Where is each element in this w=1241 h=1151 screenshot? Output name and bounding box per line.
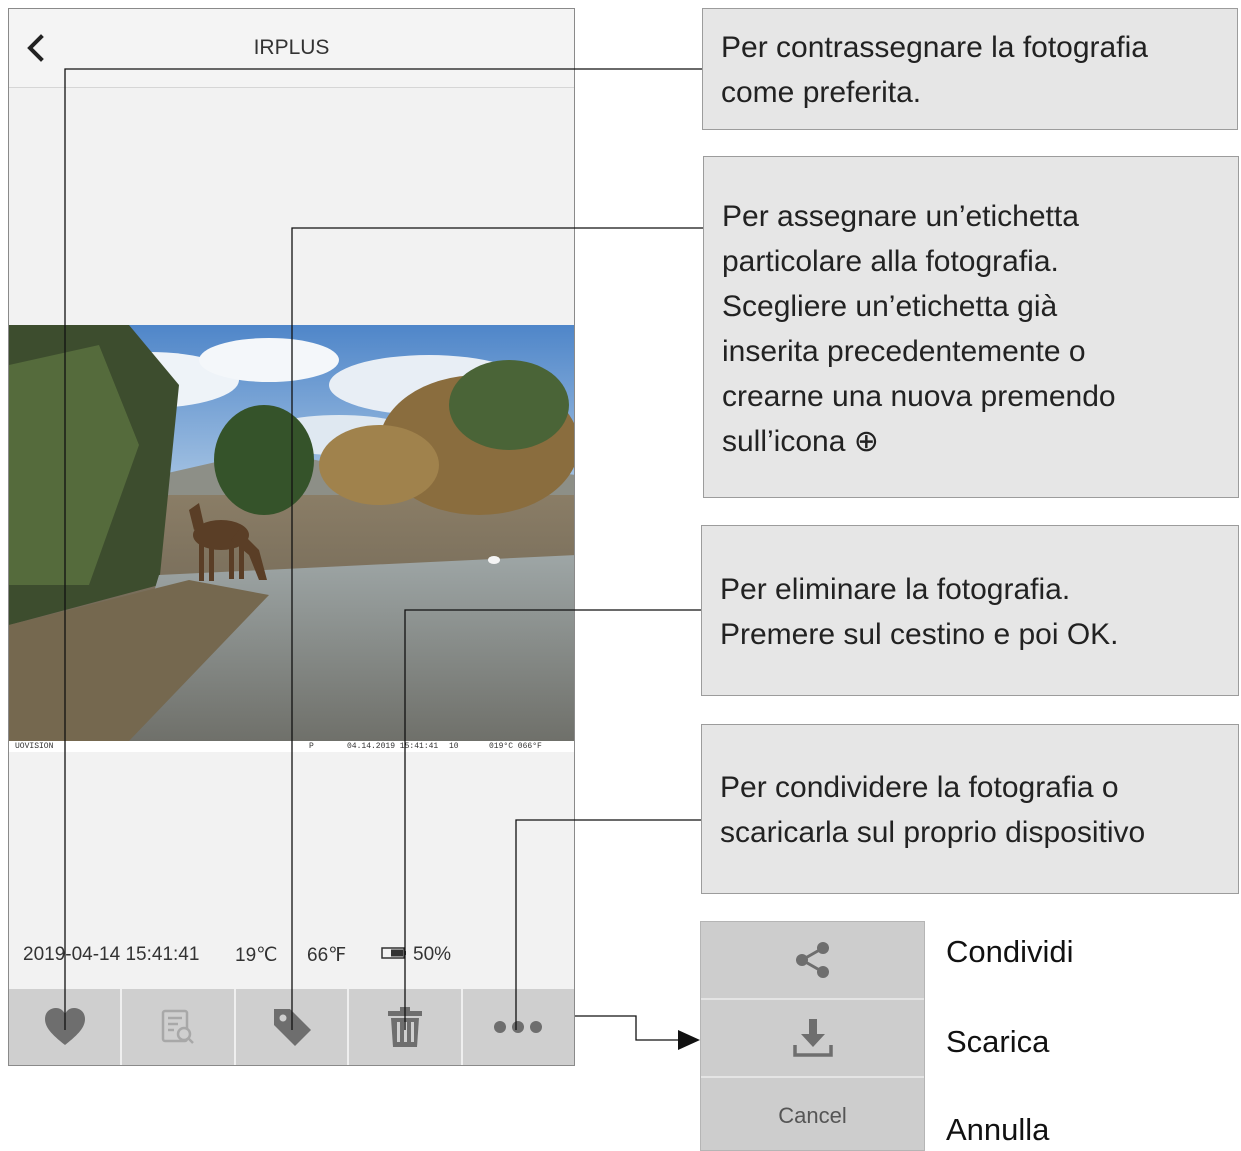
more-button[interactable] [463,989,574,1065]
document-search-icon [161,1009,194,1044]
stamp-brand: UOVISION [15,742,54,751]
app-title: IRPLUS [253,36,330,59]
temperature-celsius: 19℃ [235,945,278,966]
tag-icon [273,1009,311,1046]
callout-tag-line-3: Scegliere un’etichetta già [722,290,1058,323]
share-icon [795,942,829,978]
cancel-label: Annulla [946,1112,1050,1147]
callout-tag-line-1: Per assegnare un’etichetta [722,200,1079,233]
download-icon [792,1019,833,1057]
trail-camera-photo[interactable] [9,325,574,741]
cancel-option[interactable]: Cancel [701,1078,924,1150]
callout-share-line-2: scaricarla sul proprio dispositivo [720,816,1146,849]
delete-button[interactable] [349,989,463,1065]
photo-info-bar: 2019-04-14 15:41:41 19℃ 66℉ 50% [9,934,574,974]
callout-tag: Per assegnare un’etichetta particolare a… [703,156,1239,498]
callout-share: Per condividere la fotografia o scaricar… [701,724,1239,894]
share-label: Condividi [946,934,1074,969]
stamp-datetime: 04.14.2019 15:41:41 [347,742,439,751]
temperature-fahrenheit: 66℉ [307,945,347,966]
more-dots-icon [494,1021,543,1033]
bottom-toolbar [9,989,574,1065]
phone-screen: IRPLUS UOVISION P 04.14.2019 15:41:41 10… [8,8,575,1066]
download-label: Scarica [946,1024,1050,1059]
stamp-moon: 10 [449,742,459,751]
callout-favorite-line-1: Per contrassegnare la fotografia [721,31,1148,64]
stamp-mode: P [309,742,314,751]
photo-info-stamp: UOVISION P 04.14.2019 15:41:41 10 019°C … [9,741,574,752]
trash-icon [387,1007,422,1047]
download-option[interactable] [701,1000,924,1078]
callout-delete-line-2: Premere sul cestino e poi OK. [720,618,1119,651]
callout-favorite: Per contrassegnare la fotografia come pr… [702,8,1238,130]
app-header: IRPLUS [9,9,574,88]
photo-datetime: 2019-04-14 15:41:41 [23,944,200,965]
callout-share-line-1: Per condividere la fotografia o [720,771,1119,804]
favorite-button[interactable] [9,989,123,1065]
callout-favorite-line-2: come preferita. [721,76,922,109]
battery-icon [381,947,406,959]
stamp-temperature: 019°C 066°F [489,742,542,751]
share-action-sheet: Cancel [700,921,925,1151]
callout-tag-line-4: inserita precedentemente o [722,335,1086,368]
callout-tag-line-2: particolare alla fotografia. [722,245,1059,278]
battery-level: 50% [413,944,452,965]
heart-icon [44,1008,85,1045]
callout-delete: Per eliminare la fotografia. Premere sul… [701,525,1239,696]
tag-button[interactable] [236,989,350,1065]
callout-delete-line-1: Per eliminare la fotografia. [720,573,1071,606]
share-option[interactable] [701,922,924,1000]
callout-tag-line-6: sull’icona ⊕ [722,425,879,458]
details-button[interactable] [122,989,236,1065]
callout-tag-line-5: crearne una nuova premendo [722,380,1116,413]
